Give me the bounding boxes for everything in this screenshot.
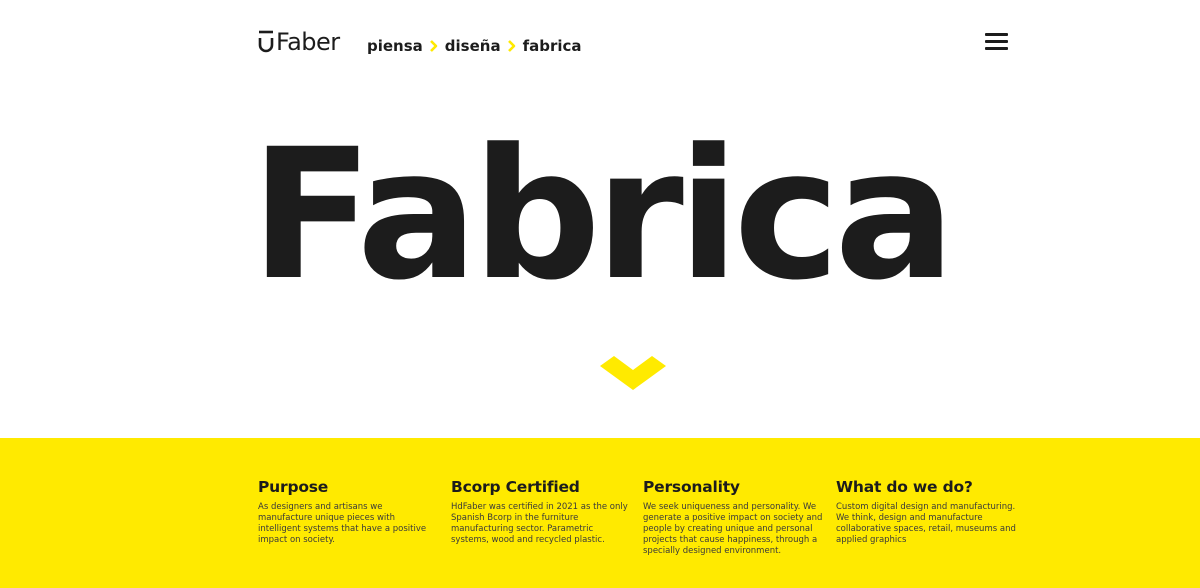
logo-link[interactable]: Faber: [258, 29, 340, 55]
page-title: Fabrica: [250, 111, 955, 320]
menu-line: [985, 40, 1008, 43]
feature-title: What do we do?: [836, 478, 973, 496]
chevron-down-icon[interactable]: [600, 354, 666, 392]
feature-title: Purpose: [258, 478, 329, 496]
feature-text: HdFaber was certified in 2021 as the onl…: [451, 502, 628, 545]
menu-line: [985, 47, 1008, 50]
feature-title: Personality: [643, 478, 740, 496]
chevron-right-icon: [429, 40, 438, 52]
feature-text: We seek uniqueness and personality. We g…: [643, 502, 823, 556]
breadcrumb-fabrica[interactable]: fabrica: [523, 36, 582, 56]
menu-line: [985, 33, 1008, 36]
feature-text: Custom digital design and manufacturing.…: [836, 502, 1016, 545]
feature-what-we-do: What do we do? Custom digital design and…: [836, 478, 1016, 546]
site-header: Faber piensa diseña fabrica: [0, 0, 1200, 90]
logo-icon: [258, 30, 274, 53]
feature-purpose: Purpose As designers and artisans we man…: [258, 478, 438, 546]
chevron-right-icon: [507, 40, 515, 52]
feature-bcorp: Bcorp Certified HdFaber was certified in…: [451, 478, 631, 546]
feature-title: Bcorp Certified: [451, 478, 580, 496]
breadcrumb-disena[interactable]: diseña: [445, 36, 501, 56]
breadcrumb: piensa diseña fabrica: [367, 36, 582, 56]
feature-personality: Personality We seek uniqueness and perso…: [643, 478, 823, 557]
breadcrumb-piensa[interactable]: piensa: [367, 36, 423, 56]
logo-text: Faber: [276, 28, 340, 56]
feature-text: As designers and artisans we manufacture…: [258, 502, 427, 545]
hamburger-icon[interactable]: [985, 32, 1008, 52]
